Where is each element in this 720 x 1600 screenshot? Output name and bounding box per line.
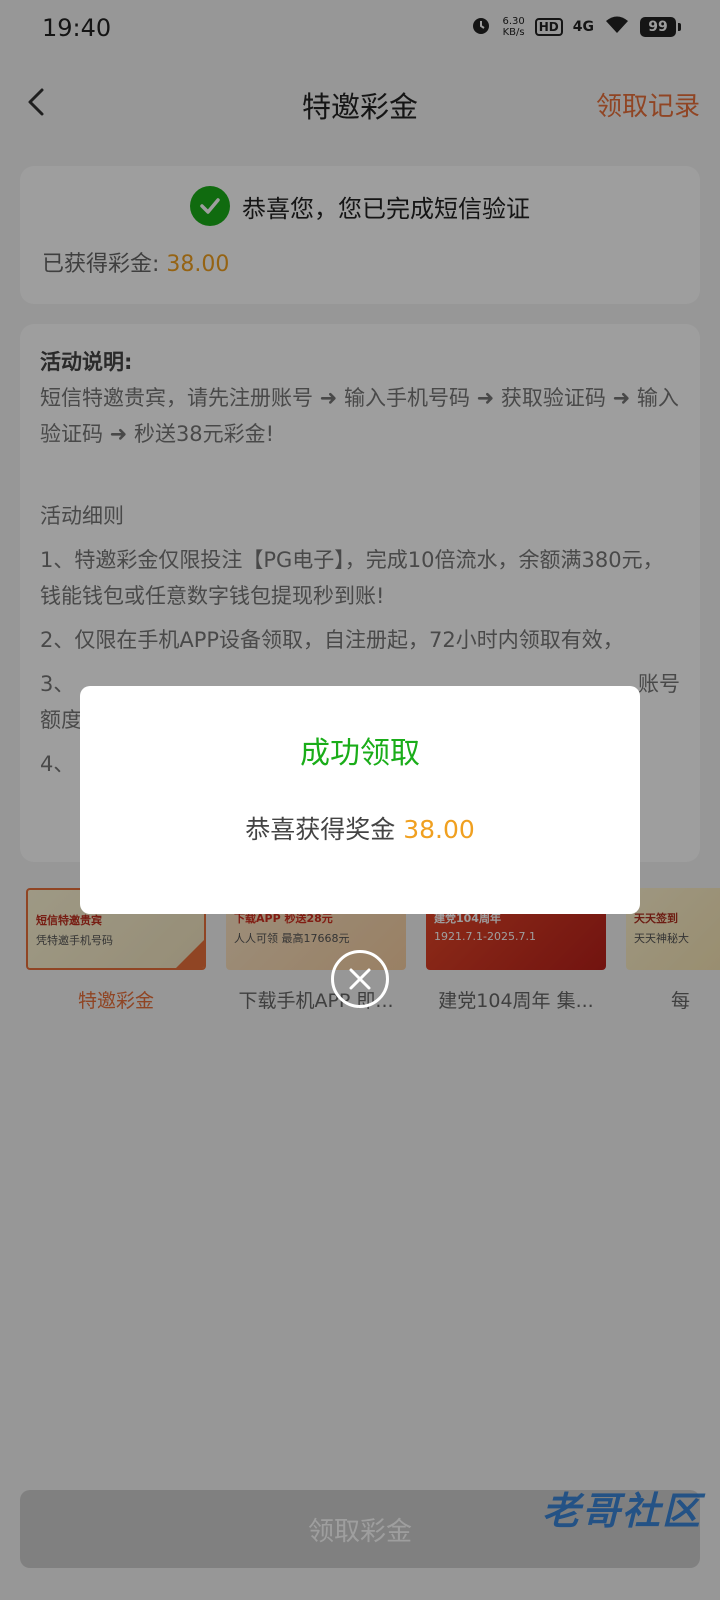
close-icon <box>349 968 371 990</box>
dialog-amount: 38.00 <box>403 815 475 844</box>
dialog-close-button[interactable] <box>331 950 389 1008</box>
dialog-message: 恭喜获得奖金 38.00 <box>245 815 475 844</box>
success-dialog: 成功领取 恭喜获得奖金 38.00 <box>80 686 640 914</box>
dialog-title: 成功领取 <box>300 736 420 771</box>
